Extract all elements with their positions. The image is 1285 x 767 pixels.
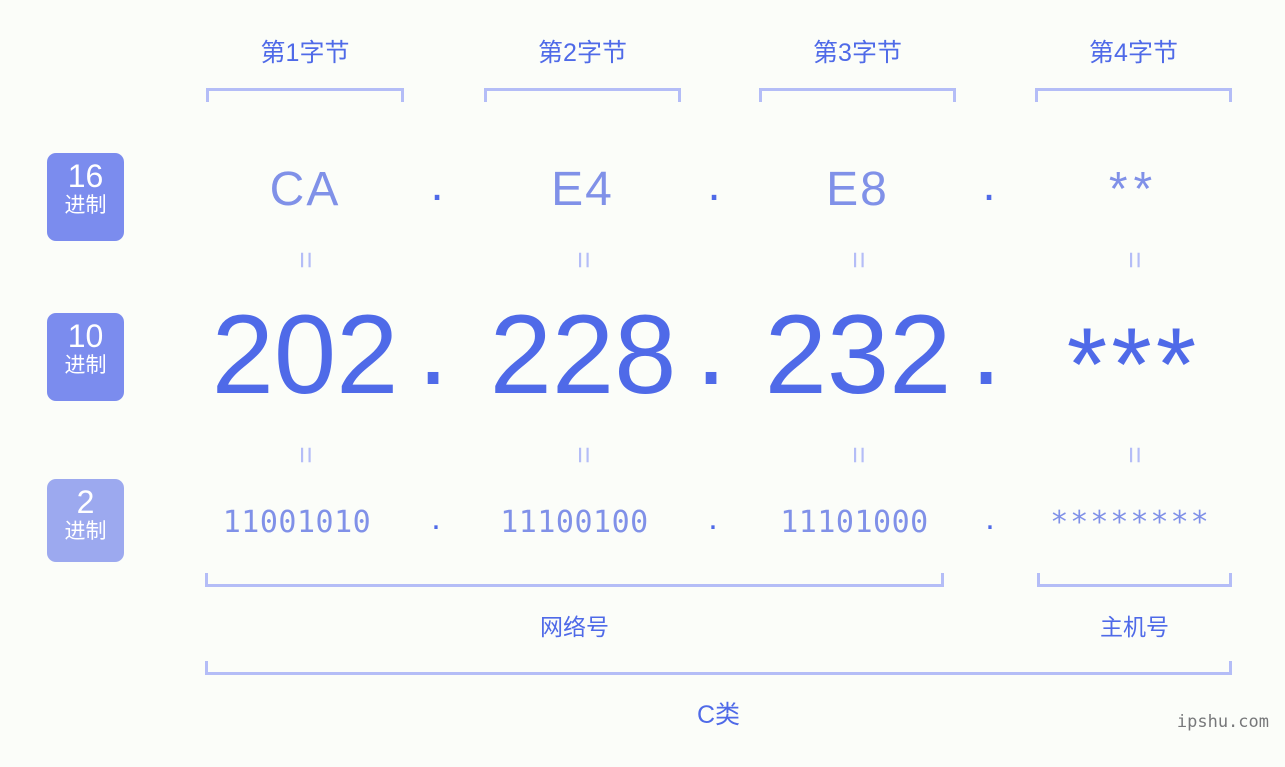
hexadecimal-row: CA . E4 . E8 . **	[0, 150, 1285, 230]
decimal-separator-1: .	[417, 283, 449, 408]
binary-byte-4-masked: ********	[1050, 505, 1211, 540]
hex-byte-4-masked: **	[1108, 163, 1159, 216]
equals-mark-dec-bin-4: =	[1118, 446, 1151, 464]
ip-structure-diagram: 第1字节 第2字节 第3字节 第4字节 16 进制 10 进制 2 进制 CA …	[0, 0, 1285, 767]
decimal-row: 202 . 228 . 232 . ***	[0, 283, 1285, 424]
byte-bracket-3	[759, 88, 956, 102]
host-part-bracket	[1037, 573, 1232, 587]
equals-mark-dec-bin-1: =	[289, 446, 322, 464]
decimal-byte-4-masked: ***	[1066, 307, 1201, 423]
hex-separator-1: .	[430, 158, 444, 211]
byte-bracket-4	[1035, 88, 1232, 102]
equals-mark-hex-dec-1: =	[289, 251, 322, 269]
decimal-byte-1: 202	[211, 292, 399, 417]
binary-separator-2: .	[708, 499, 718, 537]
hex-separator-3: .	[982, 158, 996, 211]
decimal-separator-3: .	[970, 283, 1002, 408]
equals-mark-dec-bin-2: =	[567, 446, 600, 464]
ip-class-bracket	[205, 661, 1232, 675]
equals-mark-dec-bin-3: =	[842, 446, 875, 464]
hex-byte-1: CA	[269, 163, 341, 216]
binary-byte-2: 11100100	[500, 505, 649, 540]
byte-header-1: 第1字节	[260, 39, 350, 67]
ip-class-label: C类	[696, 701, 741, 729]
byte-header-4: 第4字节	[1089, 39, 1178, 67]
decimal-byte-2: 228	[489, 292, 677, 417]
binary-byte-3: 11101000	[780, 505, 929, 540]
byte-bracket-2	[484, 88, 681, 102]
binary-byte-1: 11001010	[222, 505, 372, 540]
byte-bracket-1	[206, 88, 404, 102]
hex-separator-2: .	[707, 158, 721, 211]
byte-header-2: 第2字节	[538, 39, 627, 67]
hex-byte-3: E8	[826, 163, 889, 216]
equals-mark-hex-dec-3: =	[842, 251, 875, 269]
network-part-label: 网络号	[540, 614, 609, 640]
binary-separator-3: .	[985, 499, 995, 537]
decimal-byte-3: 232	[764, 292, 952, 417]
equals-mark-hex-dec-4: =	[1118, 251, 1151, 269]
binary-row: 11001010 . 11100100 . 11101000 . *******…	[0, 495, 1285, 551]
network-part-bracket	[205, 573, 944, 587]
host-part-label: 主机号	[1100, 614, 1169, 640]
equals-mark-hex-dec-2: =	[567, 251, 600, 269]
site-watermark: ipshu.com	[1176, 712, 1269, 732]
hex-byte-2: E4	[551, 163, 614, 216]
byte-header-3: 第3字节	[813, 39, 902, 67]
binary-separator-1: .	[431, 499, 441, 537]
decimal-separator-2: .	[695, 283, 727, 408]
